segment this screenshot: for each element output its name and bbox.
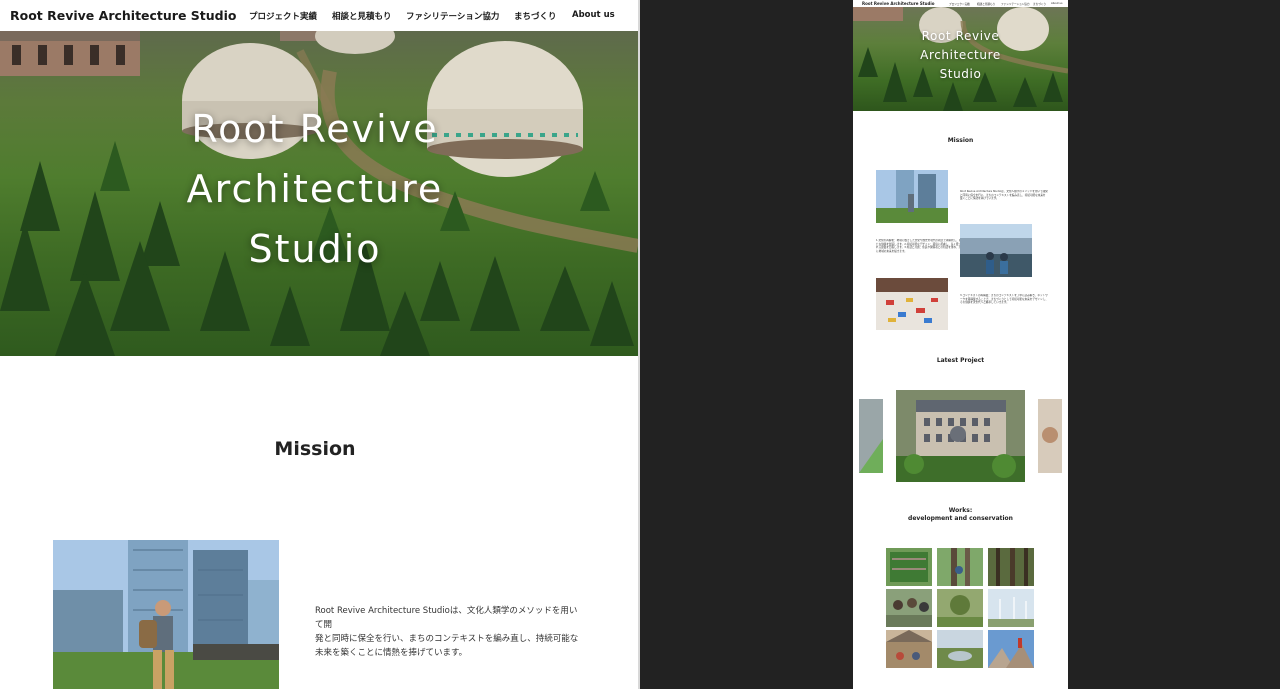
mobile-mission-text-2: 1.文化の再解釈：地域に根ざした文化や歴史を現代の視点で再解釈し、新たな価値を創… (876, 239, 962, 253)
works-thumb[interactable] (988, 630, 1034, 668)
mobile-logo[interactable]: Root Revive Architecture Studio (862, 1, 934, 6)
mobile-mission-text-1: Root Revive Architecture Studioは、文化人類学のメ… (960, 190, 1048, 201)
mobile-hero-banner: Root Revive Architecture Studio (853, 7, 1068, 111)
works-thumb[interactable] (988, 548, 1034, 586)
hero-title-line: Studio (248, 227, 382, 271)
mission-text-line: 発と同時に保全を行い、まちのコンテキストを編み直し、持続可能な (315, 634, 579, 644)
mobile-hero-title-line: Studio (939, 67, 982, 81)
mission-text-line: Root Revive Architecture Studioは、文化人類学のメ… (315, 606, 578, 630)
mobile-nav-facilitation[interactable]: ファシリテーション協力 (1001, 2, 1029, 6)
mobile-nav-projects[interactable]: プロジェクト実績 (949, 2, 970, 6)
mobile-mission-text-3: 3.コンテキストの再構築：まちのコンテキストを丁寧に読み解き、ネットワークを再構… (960, 294, 1048, 305)
pane-divider[interactable] (638, 0, 640, 689)
mission-photo (53, 540, 279, 689)
mobile-nav-about[interactable]: About us (1051, 2, 1063, 5)
mobile-hero-title-line: Architecture (920, 48, 1001, 62)
mobile-works-heading: Works: development and conservation (853, 507, 1068, 523)
hero-title-line: Root Revive (191, 107, 439, 151)
works-thumb[interactable] (886, 589, 932, 627)
hero-title: Root Revive Architecture Studio (0, 99, 630, 279)
nav-about[interactable]: About us (572, 10, 615, 20)
works-heading-line: Works: (948, 507, 973, 514)
mobile-header: Root Revive Architecture Studio プロジェクト実績… (853, 0, 1068, 7)
mobile-mission-photo-2 (960, 224, 1032, 277)
nav-projects[interactable]: プロジェクト実績 (249, 10, 317, 22)
works-thumb[interactable] (937, 548, 983, 586)
works-heading-line: development and conservation (908, 515, 1013, 522)
mobile-latest-heading: Latest Project (936, 357, 985, 364)
nav-facilitation[interactable]: ファシリテーション協力 (406, 10, 499, 22)
works-thumb[interactable] (886, 548, 932, 586)
desktop-preview: Root Revive Architecture Studio プロジェクト実績… (0, 0, 638, 689)
carousel-prev-slide[interactable] (859, 399, 883, 473)
carousel-next-slide[interactable] (1038, 399, 1062, 473)
mobile-hero-title-line: Root Revive (921, 29, 1000, 43)
mobile-mission-photo-3 (876, 278, 948, 330)
mobile-preview: Root Revive Architecture Studio プロジェクト実績… (853, 0, 1068, 689)
latest-project-image[interactable] (896, 390, 1025, 482)
mobile-hero-title: Root Revive Architecture Studio (853, 27, 1068, 84)
nav-consultation[interactable]: 相談と見積もり (332, 10, 392, 22)
nav-town-planning[interactable]: まちづくり (514, 10, 557, 22)
site-header: Root Revive Architecture Studio プロジェクト実績… (0, 0, 638, 31)
mobile-nav-town-planning[interactable]: まちづくり (1033, 2, 1046, 6)
works-thumb[interactable] (937, 589, 983, 627)
mobile-nav-consultation[interactable]: 相談と見積もり (977, 2, 995, 6)
works-thumb[interactable] (937, 630, 983, 668)
works-thumb[interactable] (886, 630, 932, 668)
works-thumb[interactable] (988, 589, 1034, 627)
hero-title-line: Architecture (186, 167, 444, 211)
mobile-mission-photo-1 (876, 170, 948, 223)
mission-text: Root Revive Architecture Studioは、文化人類学のメ… (315, 604, 585, 660)
site-logo[interactable]: Root Revive Architecture Studio (10, 8, 237, 23)
mobile-mission-heading: Mission (947, 137, 974, 144)
mission-text-line: 未来を築くことに情熱を捧げています。 (315, 648, 468, 658)
hero-banner: Root Revive Architecture Studio (0, 31, 638, 356)
mission-heading: Mission (274, 438, 356, 460)
